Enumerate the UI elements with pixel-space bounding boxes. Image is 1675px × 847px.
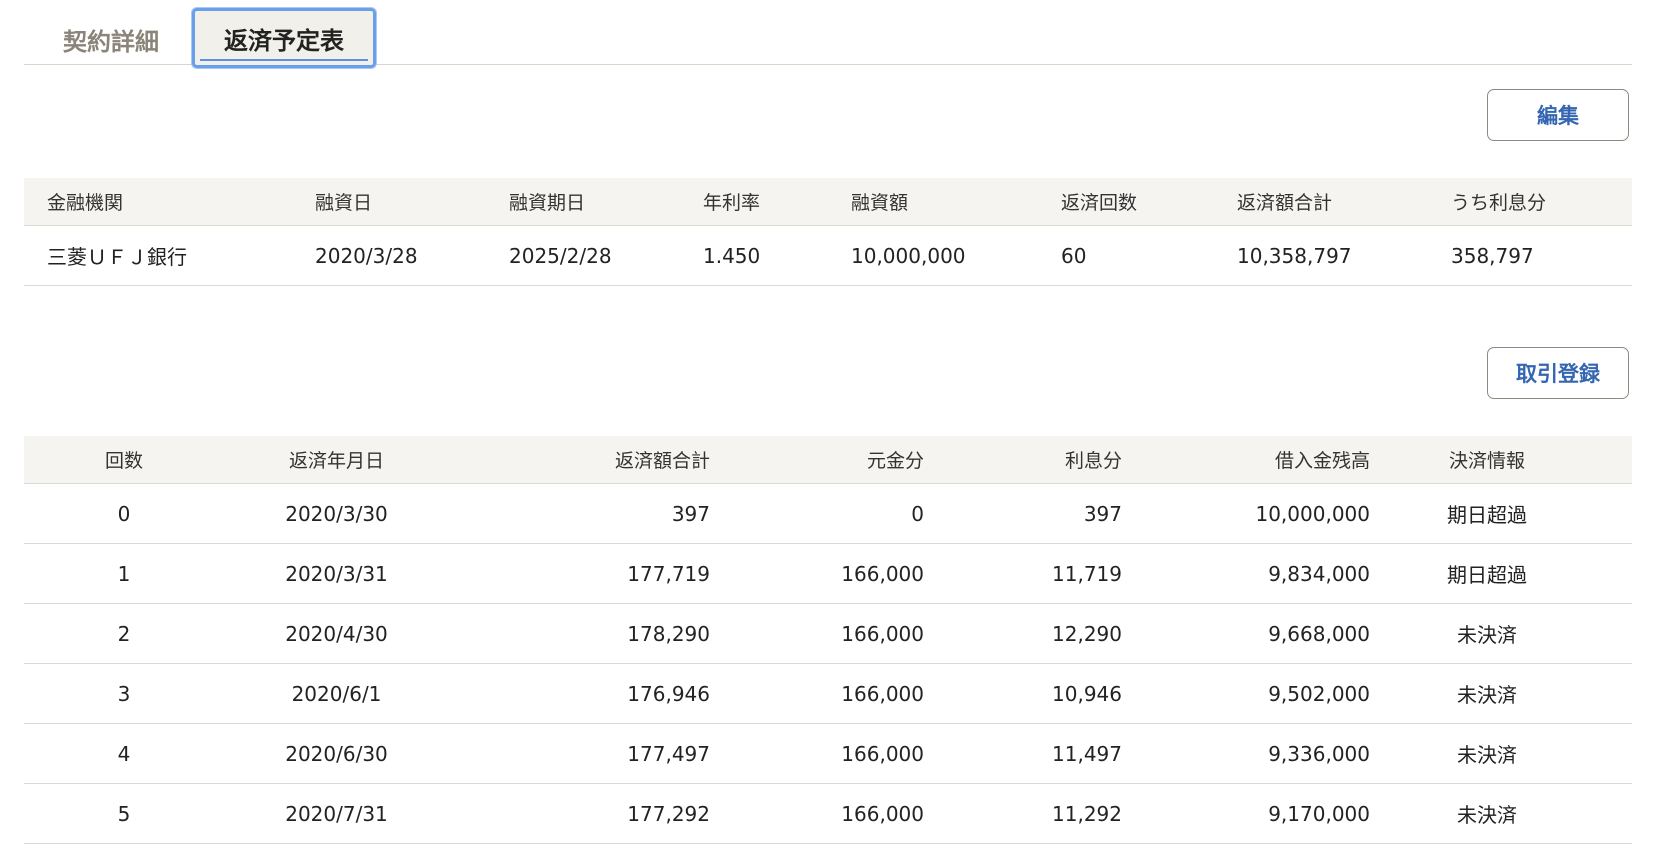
repayment-count: 60	[1061, 243, 1087, 268]
annual-rate: 1.450	[703, 243, 761, 268]
repayment-total: 397	[671, 501, 710, 526]
principal: 0	[911, 501, 924, 526]
principal: 166,000	[841, 741, 924, 766]
header-total: 返済額合計	[1237, 192, 1333, 214]
settlement-status: 未決済	[1457, 743, 1517, 767]
table-row: 2 2020/4/30 178,290 166,000 12,290 9,668…	[24, 604, 1632, 664]
interest: 12,290	[1052, 621, 1122, 646]
register-transaction-button[interactable]: 取引登録	[1487, 347, 1629, 399]
schedule-header-row: 回数 返済年月日 返済額合計 元金分 利息分 借入金残高 決済情報	[24, 436, 1632, 484]
header-status: 決済情報	[1448, 450, 1525, 472]
table-row: 1 2020/3/31 177,719 166,000 11,719 9,834…	[24, 544, 1632, 604]
repayment-total: 10,358,797	[1237, 243, 1352, 268]
table-row: 0 2020/3/30 397 0 397 10,000,000 期日超過	[24, 484, 1632, 544]
principal: 166,000	[841, 681, 924, 706]
repayment-total: 177,719	[627, 561, 710, 586]
settlement-status: 期日超過	[1447, 563, 1527, 587]
header-date: 返済年月日	[288, 450, 384, 472]
balance: 9,834,000	[1268, 561, 1370, 586]
header-balance: 借入金残高	[1274, 450, 1370, 472]
tab-bar: 契約詳細 返済予定表	[24, 8, 1632, 68]
header-interest: 利息分	[1064, 450, 1122, 472]
table-row: 5 2020/7/31 177,292 166,000 11,292 9,170…	[24, 784, 1632, 844]
header-no: 回数	[104, 450, 143, 472]
header-bank: 金融機関	[47, 192, 124, 214]
repayment-total: 176,946	[627, 681, 710, 706]
active-tab-indicator	[200, 59, 368, 61]
interest: 11,719	[1052, 561, 1122, 586]
bank-name: 三菱ＵＦＪ銀行	[47, 245, 187, 269]
header-rate: 年利率	[703, 192, 761, 214]
repayment-date: 2020/7/31	[285, 801, 388, 826]
loan-summary-header-row: 金融機関 融資日 融資期日 年利率 融資額 返済回数 返済額合計 うち利息分	[24, 178, 1632, 226]
interest: 11,292	[1052, 801, 1122, 826]
tab-repayment-schedule-label: 返済予定表	[224, 26, 344, 55]
interest: 11,497	[1052, 741, 1122, 766]
installment-no: 2	[117, 621, 131, 646]
loan-date: 2020/3/28	[315, 243, 418, 268]
loan-amount: 10,000,000	[851, 243, 966, 268]
settlement-status: 未決済	[1457, 683, 1517, 707]
interest: 10,946	[1052, 681, 1122, 706]
installment-no: 3	[117, 681, 131, 706]
header-total: 返済額合計	[614, 450, 710, 472]
repayment-date: 2020/3/31	[285, 561, 388, 586]
tab-repayment-schedule[interactable]: 返済予定表	[192, 8, 376, 68]
installment-no: 5	[117, 801, 131, 826]
repayment-date: 2020/6/1	[291, 681, 382, 706]
settlement-status: 期日超過	[1447, 503, 1527, 527]
balance: 9,502,000	[1268, 681, 1370, 706]
repayment-schedule-table: 回数 返済年月日 返済額合計 元金分 利息分 借入金残高 決済情報 0 2020…	[24, 436, 1632, 844]
header-amount: 融資額	[851, 192, 909, 214]
due-date: 2025/2/28	[509, 243, 612, 268]
principal: 166,000	[841, 561, 924, 586]
repayment-total: 178,290	[627, 621, 710, 646]
principal: 166,000	[841, 621, 924, 646]
header-count: 返済回数	[1061, 192, 1138, 214]
header-principal: 元金分	[866, 450, 924, 472]
header-loan-date: 融資日	[315, 192, 373, 214]
settlement-status: 未決済	[1457, 803, 1517, 827]
header-due-date: 融資期日	[509, 192, 586, 214]
table-row: 4 2020/6/30 177,497 166,000 11,497 9,336…	[24, 724, 1632, 784]
repayment-date: 2020/4/30	[285, 621, 388, 646]
repayment-total: 177,292	[627, 801, 710, 826]
edit-button[interactable]: 編集	[1487, 89, 1629, 141]
table-row: 3 2020/6/1 176,946 166,000 10,946 9,502,…	[24, 664, 1632, 724]
tab-contract-details[interactable]: 契約詳細	[36, 10, 186, 68]
settlement-status: 未決済	[1457, 623, 1517, 647]
balance: 9,170,000	[1268, 801, 1370, 826]
loan-summary-table: 金融機関 融資日 融資期日 年利率 融資額 返済回数 返済額合計 うち利息分 三…	[24, 178, 1632, 286]
balance: 10,000,000	[1255, 501, 1370, 526]
installment-no: 0	[117, 501, 131, 526]
interest: 397	[1083, 501, 1122, 526]
repayment-date: 2020/6/30	[285, 741, 388, 766]
installment-no: 1	[117, 561, 131, 586]
balance: 9,336,000	[1268, 741, 1370, 766]
repayment-date: 2020/3/30	[285, 501, 388, 526]
loan-summary-row: 三菱ＵＦＪ銀行 2020/3/28 2025/2/28 1.450 10,000…	[24, 226, 1632, 286]
repayment-total: 177,497	[627, 741, 710, 766]
interest-total: 358,797	[1451, 243, 1534, 268]
header-interest: うち利息分	[1451, 192, 1547, 214]
balance: 9,668,000	[1268, 621, 1370, 646]
installment-no: 4	[117, 741, 131, 766]
principal: 166,000	[841, 801, 924, 826]
